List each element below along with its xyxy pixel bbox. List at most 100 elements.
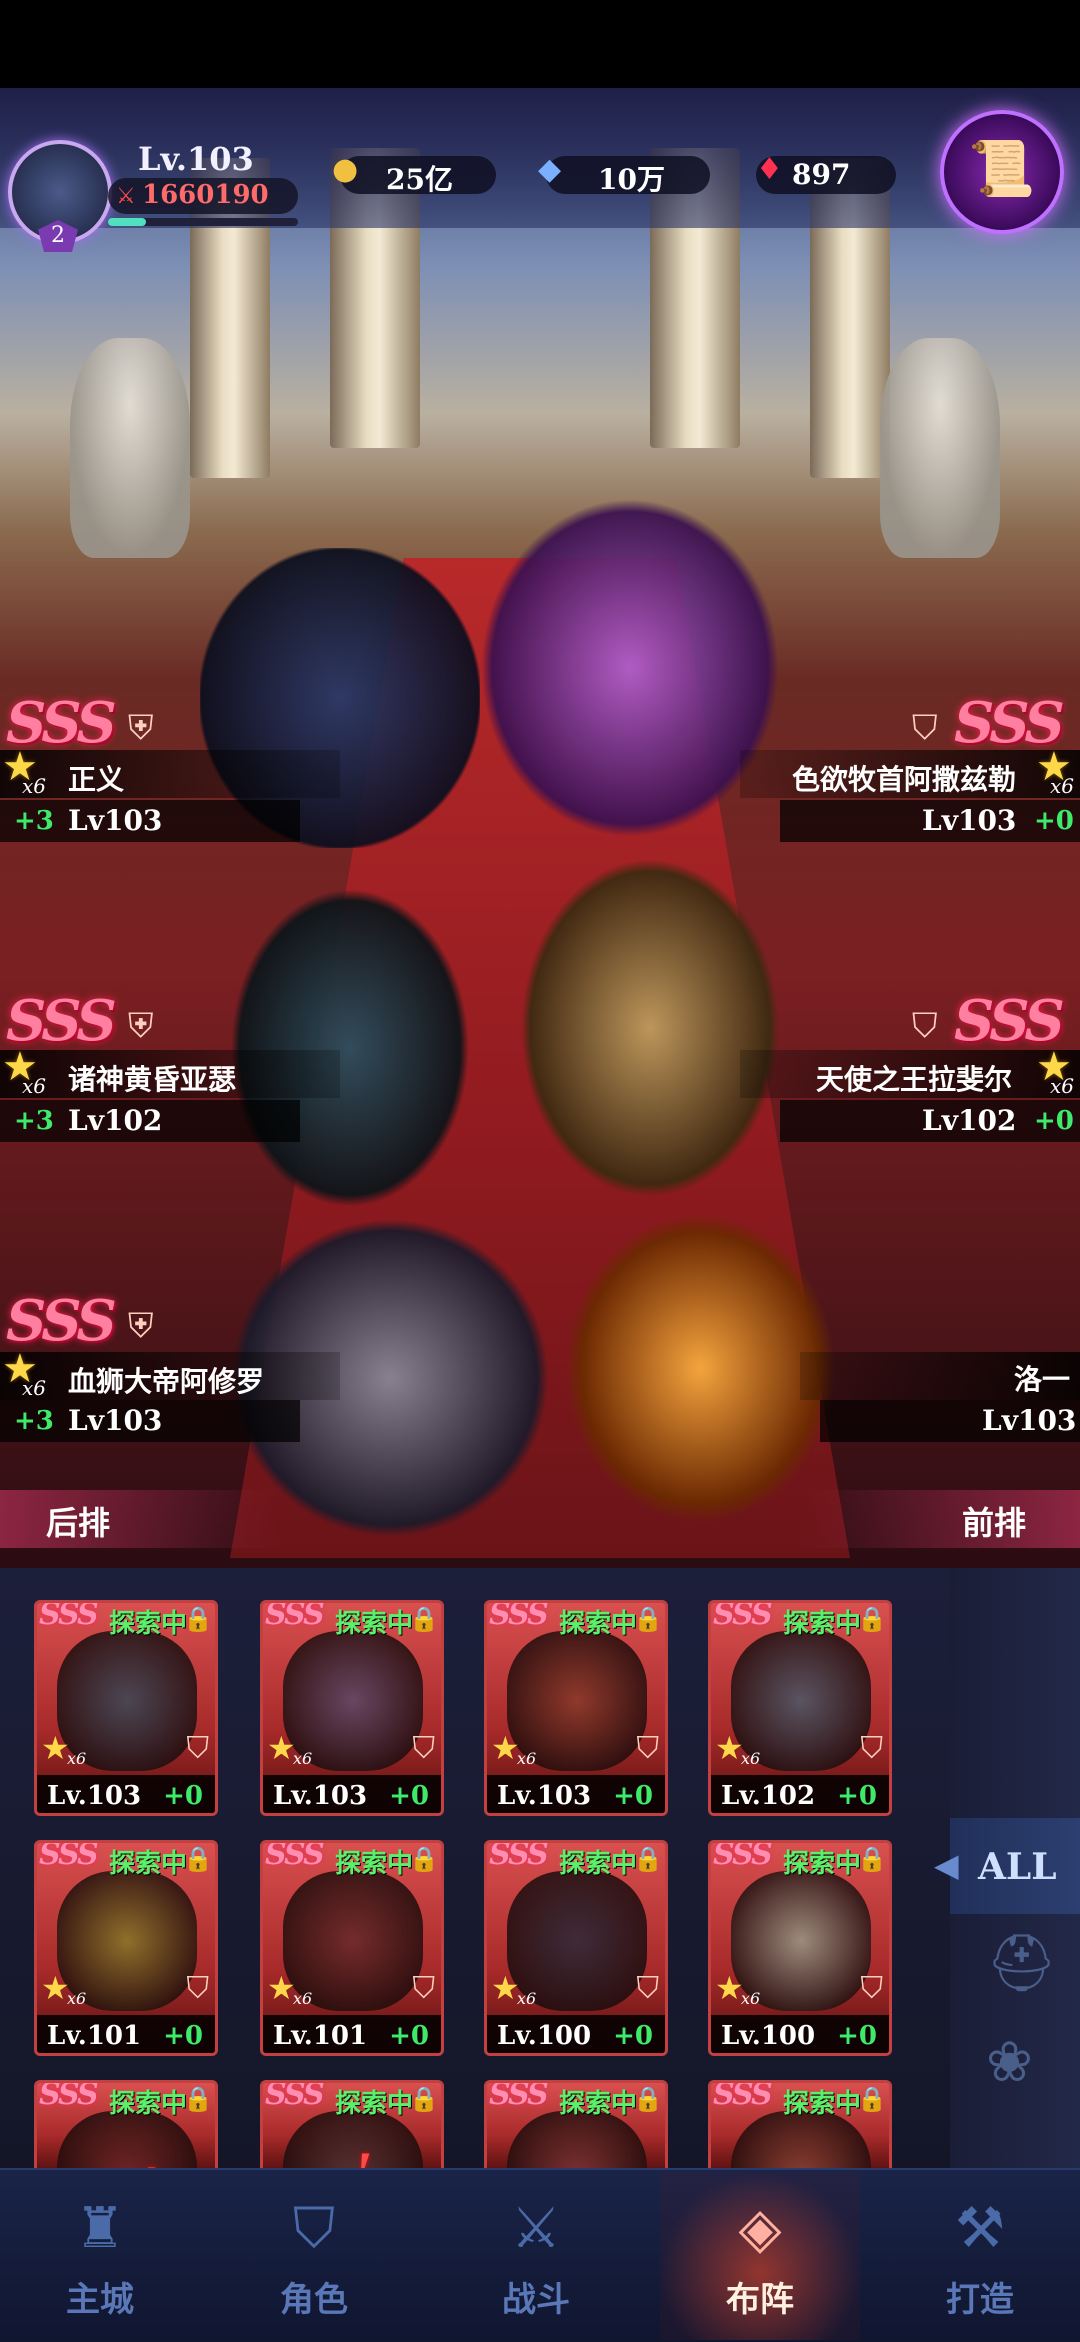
class-icon: ⛉ [860,1971,884,2006]
card-level: Lv.102 [721,1781,816,1811]
exploring-status: 探索中 [109,1609,188,1639]
hero-level: Lv103 [922,804,1017,837]
power-sword-icon: ⚔ [116,184,136,209]
class-icon: ⛉ [912,708,938,748]
class-icon: ⛉ [860,1731,884,1766]
name-bar [0,750,340,798]
class-icon: ⛨ [128,1306,154,1346]
crossed-swords-icon: ⚔ [510,2196,562,2261]
rank-badge: SSS [489,1600,549,1632]
hero-sprite-luoyi[interactable] [560,1208,840,1528]
star-count: x6 [22,774,47,798]
class-icon: ⛉ [636,1971,660,2006]
lock-icon: 🔒 [409,2085,439,2113]
lock-icon: 🔒 [183,2085,213,2113]
hero-card[interactable]: SSS 探索中 🔒 ★ x6 ⛉ Lv.101 +0 [260,1840,444,2056]
player-level: Lv.103 [138,140,254,178]
class-icon: ⛨ [128,708,154,748]
lock-icon: 🔒 [633,1845,663,1873]
hero-card[interactable]: SSS 探索中 🔒 ★ x6 ⛉ Lv.103 +0 [260,1600,444,1816]
hero-name: 天使之王拉斐尔 [816,1063,1013,1096]
hero-card[interactable]: SSS 探索中 🔒 [34,2080,218,2174]
back-row-label: 后排 [46,1504,111,1542]
status-bar-area [0,0,1080,88]
hero-level: Lv102 [68,1104,163,1137]
hero-card[interactable]: SSS 探索中 🔒 ★ x6 ⛉ Lv.100 +0 [484,1840,668,2056]
exploring-status: 探索中 [559,2089,638,2119]
front-row-label: 前排 [962,1504,1027,1542]
card-bonus: +0 [163,1781,203,1811]
exploring-status: 探索中 [783,1849,862,1879]
card-level: Lv.100 [497,2021,592,2051]
hero-name: 血狮大帝阿修罗 [68,1365,265,1398]
castle-icon: ♜ [74,2196,126,2261]
card-level: Lv.103 [273,1781,368,1811]
rank-badge: SSS [489,2080,549,2112]
rank-badge: SSS [265,1840,325,1872]
hero-portrait [57,2111,197,2171]
lock-icon: 🔒 [409,1605,439,1633]
ruby-value: 897 [792,158,851,191]
exploring-status: 探索中 [335,2089,414,2119]
hero-portrait [507,2111,647,2171]
star-count: x6 [1050,1074,1075,1098]
hero-name: 诸神黄昏亚瑟 [68,1063,237,1096]
lock-icon: 🔒 [183,1845,213,1873]
nav-tab-0[interactable]: ♜ 主城 [0,2180,200,2330]
star-icon: ★ [715,1729,744,1767]
lock-icon: 🔒 [633,1605,663,1633]
hero-card[interactable]: SSS 探索中 🔒 ★ x6 ⛉ Lv.100 +0 [708,1840,892,2056]
star-count: x6 [293,1749,313,1768]
scroll-quest-button[interactable]: 📜 [940,110,1064,234]
hero-card[interactable]: SSS 探索中 🔒 ★ x6 ⛉ Lv.103 +0 [484,1600,668,1816]
card-level: Lv.100 [721,2021,816,2051]
formation-icon: ◈ [738,2196,782,2261]
star-icon: ★ [267,1969,296,2007]
star-icon: ★ [715,1969,744,2007]
back-row-label-bg [0,1490,280,1548]
hero-bonus: +3 [14,806,54,836]
rank-badge: SSS [265,1600,325,1632]
card-bonus: +0 [837,2021,877,2051]
nav-tab-3[interactable]: ◈ 布阵 [660,2180,860,2330]
star-count: x6 [293,1989,313,2008]
helmet-icon[interactable]: ⛑ [986,1930,1057,1996]
hero-card[interactable]: SSS 探索中 🔒 [260,2080,444,2174]
class-icon: ⛉ [636,1731,660,1766]
hero-card[interactable]: SSS 探索中 🔒 ★ x6 ⛉ Lv.103 +0 [34,1600,218,1816]
exploring-status: 探索中 [783,2089,862,2119]
angel-statue [70,338,190,558]
nav-tab-2[interactable]: ⚔ 战斗 [436,2180,636,2330]
rank-badge: SSS [39,1600,99,1632]
hero-sprite-arthur[interactable] [230,888,470,1208]
paw-icon[interactable]: ❀ [986,2030,1033,2095]
nav-label: 布阵 [726,2280,794,2320]
exploring-status: 探索中 [559,1849,638,1879]
hero-sprite-azazel[interactable] [480,498,780,838]
rank-badge: SSS [265,2080,325,2112]
card-bonus: +0 [163,2021,203,2051]
lock-icon: 🔒 [857,1605,887,1633]
nav-tab-1[interactable]: ⛉ 角色 [214,2180,414,2330]
class-icon: ⛉ [186,1971,210,2006]
class-icon: ⛉ [912,1006,938,1046]
hero-card[interactable]: SSS 探索中 🔒 [484,2080,668,2174]
hero-portrait [731,2111,871,2171]
star-icon: ★ [41,1729,70,1767]
rank-badge: SSS [39,2080,99,2112]
hero-level: Lv102 [922,1104,1017,1137]
hero-card[interactable]: SSS 探索中 🔒 [708,2080,892,2174]
hero-bonus: +3 [14,1106,54,1136]
card-bonus: +0 [837,1781,877,1811]
exploring-status: 探索中 [335,1849,414,1879]
front-row-label-bg [800,1490,1080,1548]
class-icon: ⛉ [412,1971,436,2006]
class-icon: ⛨ [128,1006,154,1046]
nav-label: 战斗 [502,2280,570,2320]
nav-tab-4[interactable]: ⚒ 打造 [880,2180,1080,2330]
star-icon: ★ [491,1729,520,1767]
hero-card[interactable]: SSS 探索中 🔒 ★ x6 ⛉ Lv.102 +0 [708,1600,892,1816]
hero-card[interactable]: SSS 探索中 🔒 ★ x6 ⛉ Lv.101 +0 [34,1840,218,2056]
exp-bar-fill [108,218,146,226]
hero-sprite-raphael[interactable] [520,858,780,1198]
